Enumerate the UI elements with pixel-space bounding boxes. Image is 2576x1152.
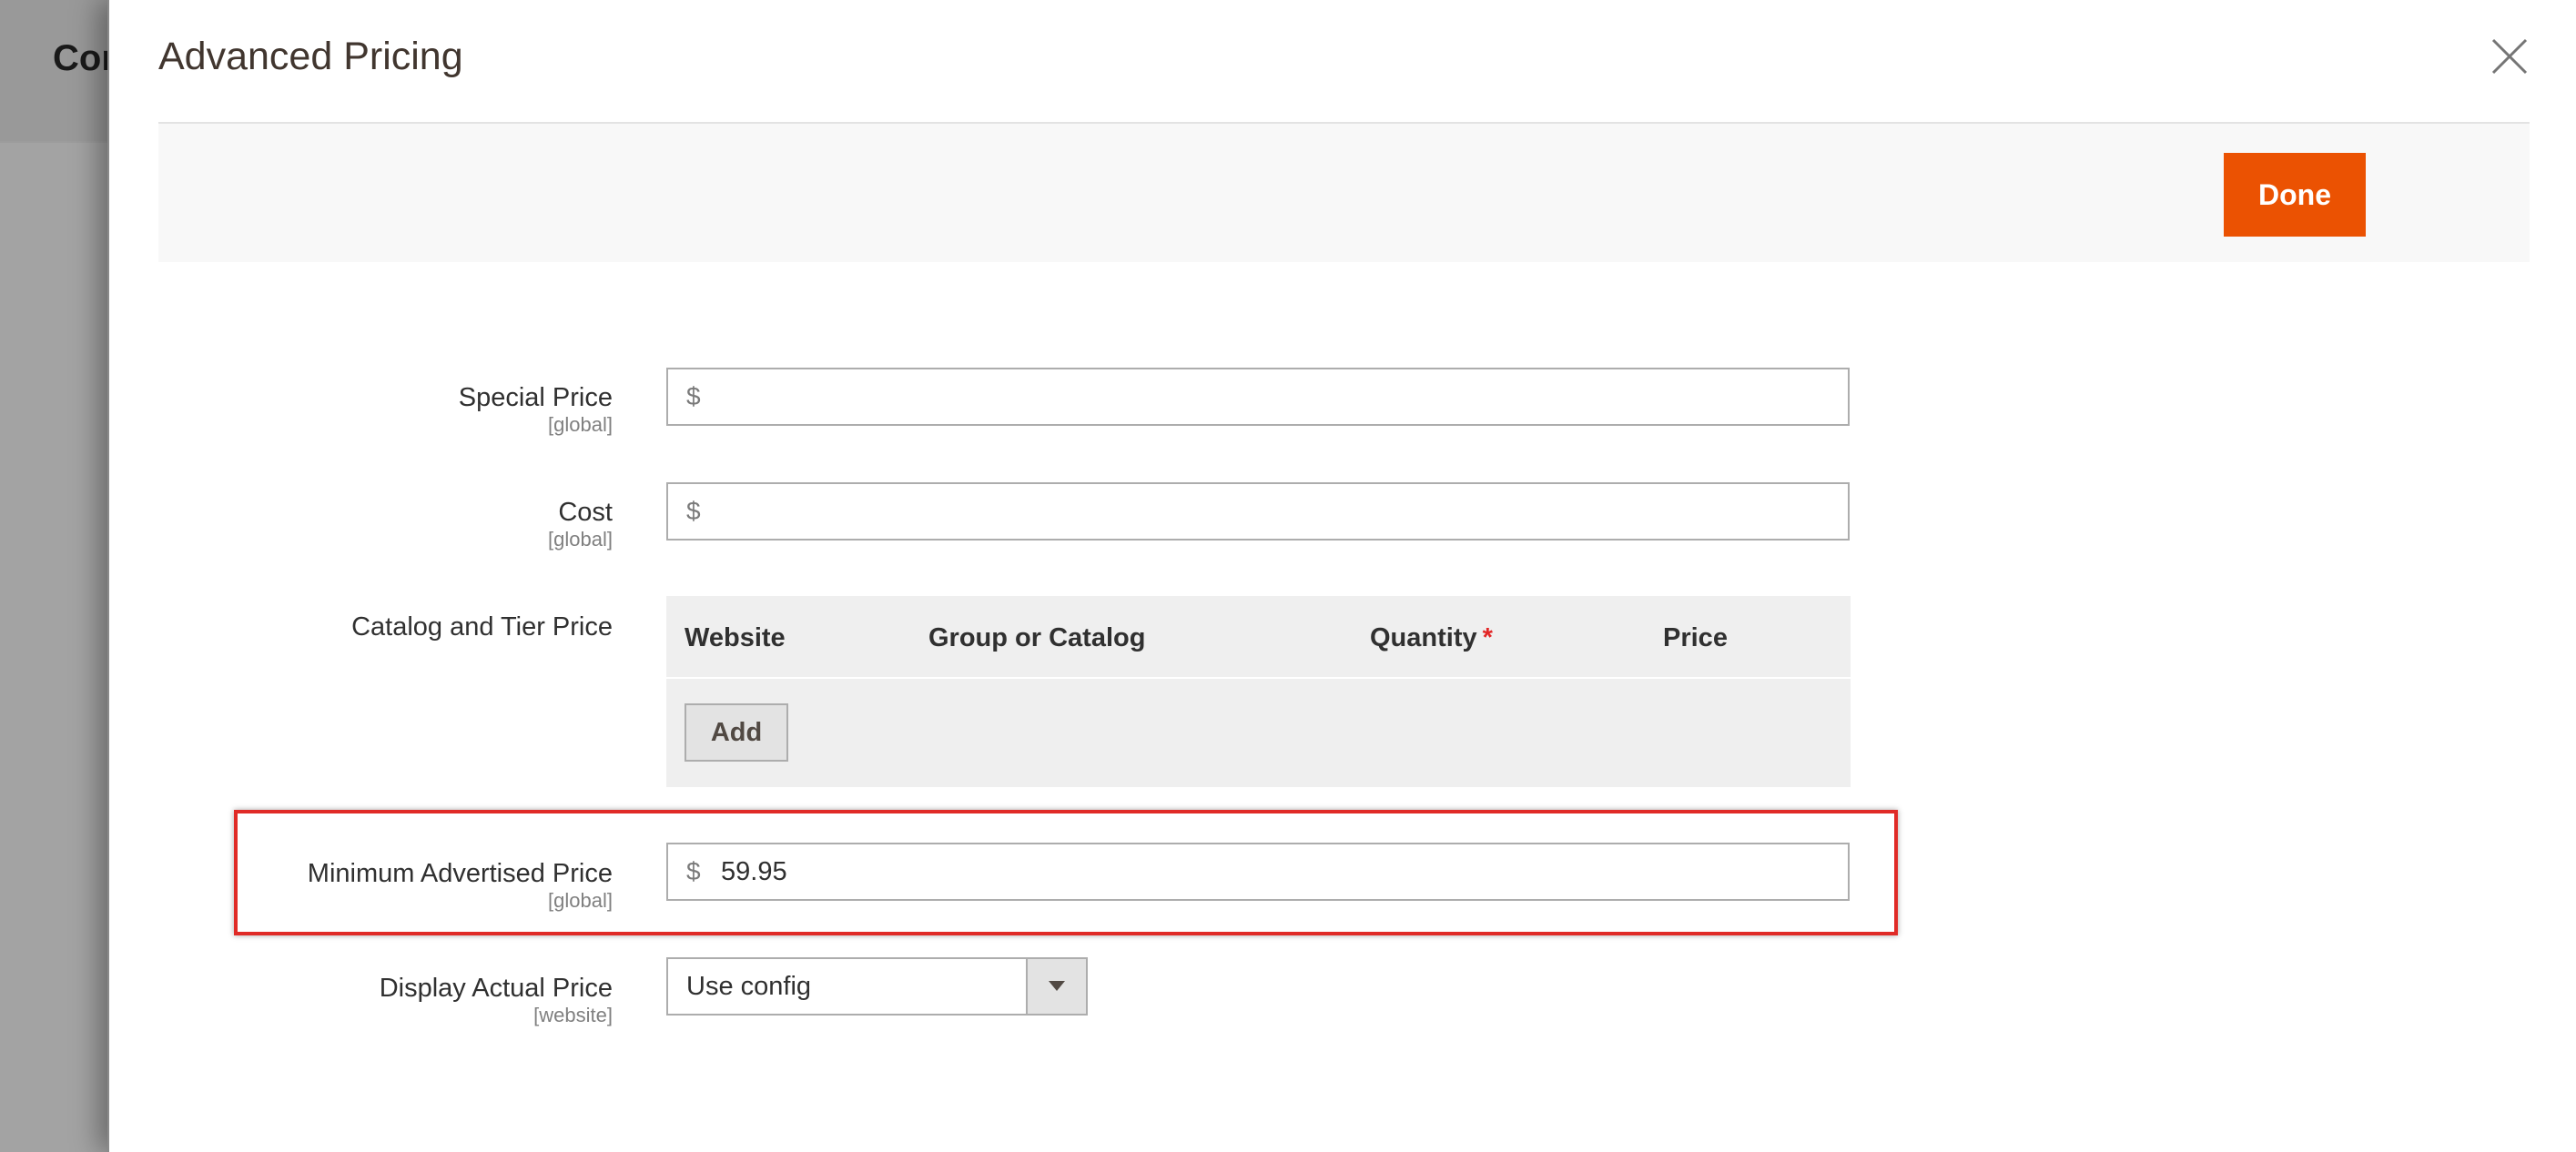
tier-price-label-group: Catalog and Tier Price: [351, 611, 613, 642]
column-header-group-or-catalog: Group or Catalog: [928, 623, 1146, 652]
currency-symbol: $: [686, 857, 701, 885]
map-label: Minimum Advertised Price: [307, 859, 613, 888]
display-actual-price-scope: [website]: [533, 1004, 613, 1026]
modal-title: Advanced Pricing: [158, 35, 463, 78]
tier-price-label: Catalog and Tier Price: [351, 612, 613, 642]
close-button[interactable]: [2486, 33, 2533, 80]
chevron-down-icon: [1049, 981, 1065, 991]
display-actual-price-label-group: Display Actual Price [website]: [380, 973, 613, 1027]
cost-input[interactable]: $: [666, 482, 1850, 541]
map-label-group: Minimum Advertised Price [global]: [308, 858, 613, 913]
add-tier-price-button[interactable]: Add: [685, 703, 788, 762]
background-page-title: Cor: [53, 38, 116, 78]
special-price-input[interactable]: $: [666, 368, 1850, 426]
map-value: 59.95: [721, 857, 787, 886]
display-actual-price-select[interactable]: Use config: [666, 957, 1088, 1016]
column-header-quantity: Quantity: [1370, 623, 1477, 652]
special-price-label-group: Special Price [global]: [459, 382, 613, 437]
display-actual-price-value: Use config: [686, 972, 812, 1001]
modal-action-bar: [158, 124, 2530, 262]
column-header-price: Price: [1663, 623, 1728, 652]
cost-label: Cost: [558, 498, 613, 527]
close-icon: [2491, 38, 2528, 75]
column-header-website: Website: [685, 623, 786, 652]
cost-scope: [global]: [548, 528, 613, 551]
currency-symbol: $: [686, 382, 701, 410]
required-marker: *: [1482, 623, 1493, 652]
table-header-divider: [666, 677, 1851, 679]
done-button[interactable]: Done: [2224, 153, 2366, 237]
map-scope: [global]: [548, 889, 613, 912]
display-actual-price-label: Display Actual Price: [379, 974, 613, 1003]
column-header-quantity-group: Quantity *: [1370, 623, 1493, 653]
tier-price-table: Website Group or Catalog Quantity * Price…: [666, 596, 1851, 787]
currency-symbol: $: [686, 497, 701, 525]
special-price-label: Special Price: [458, 383, 613, 412]
cost-label-group: Cost [global]: [548, 497, 613, 551]
dropdown-toggle[interactable]: [1026, 959, 1086, 1014]
map-input[interactable]: $ 59.95: [666, 843, 1850, 901]
special-price-scope: [global]: [548, 413, 613, 436]
